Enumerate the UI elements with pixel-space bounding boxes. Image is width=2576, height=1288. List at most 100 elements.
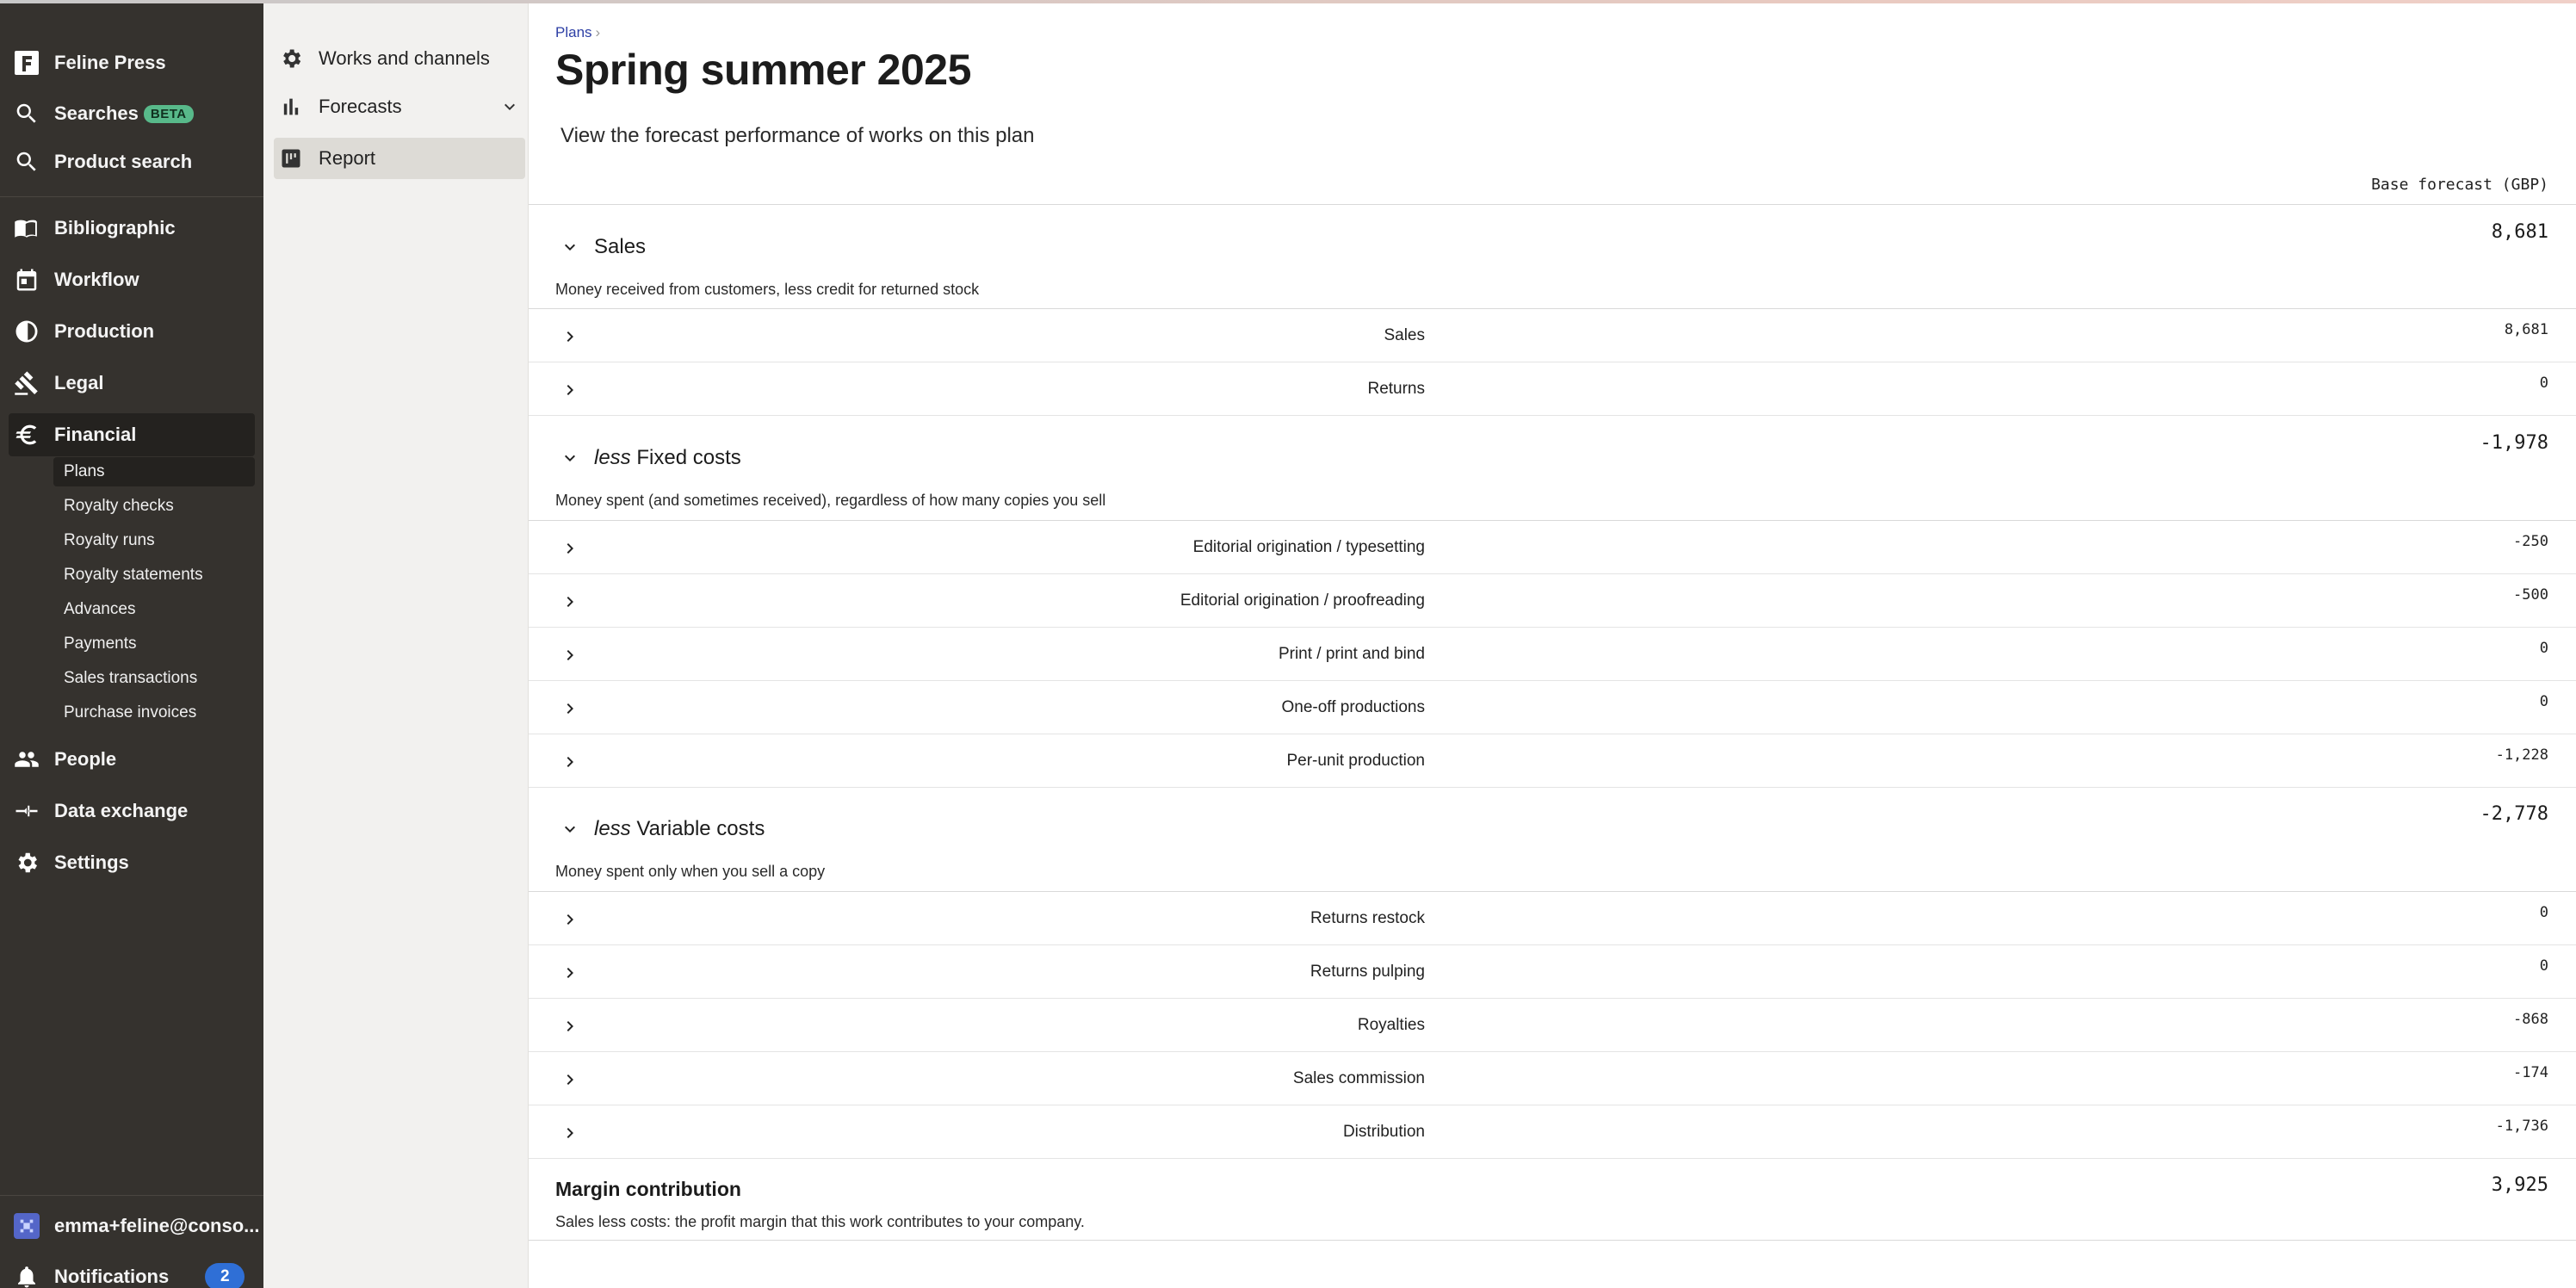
chevron-right-icon[interactable] [560,752,580,772]
contrast-icon [9,310,45,353]
row-value: 0 [2539,904,2548,921]
row-label: Per-unit production [1286,752,1425,770]
section-header-variable-costs[interactable]: less Variable costs [560,812,765,846]
subnav-forecasts[interactable]: Forecasts [274,86,525,127]
chevron-right-icon[interactable] [560,591,580,612]
euro-icon [9,413,45,456]
chevron-down-icon[interactable] [560,237,580,257]
table-row[interactable]: Print / print and bind 0 [529,628,2576,681]
calendar-icon [9,258,45,301]
sidebar-item-people[interactable]: People [9,738,255,781]
brand-item[interactable]: Feline Press [9,41,255,84]
chevron-right-icon[interactable] [560,1016,580,1037]
section-title-text: Fixed costs [636,446,741,469]
table-row[interactable]: Royalties -868 [529,999,2576,1052]
row-value: 0 [2539,957,2548,975]
footer-divider [529,1240,2576,1241]
chevron-right-icon[interactable] [560,1069,580,1090]
sidebar-item-financial[interactable]: Financial [9,413,255,456]
sidebar-item-workflow[interactable]: Workflow [9,258,255,301]
chevron-right-icon[interactable] [560,909,580,930]
chevron-right-icon[interactable] [560,538,580,559]
section-header-sales[interactable]: Sales [560,230,646,264]
page-title: Spring summer 2025 [555,46,971,94]
sidebar-item-label: People [54,748,117,770]
chevron-down-icon[interactable] [499,96,520,117]
row-value: -868 [2513,1011,2548,1028]
bell-icon [9,1255,45,1288]
chevron-right-icon[interactable] [560,645,580,666]
sidebar-sub-plans[interactable]: Plans [53,457,255,486]
chevron-right-icon[interactable] [560,1123,580,1143]
subnav-label: Works and channels [319,47,490,69]
exchange-arrows-icon [9,790,45,833]
subnav-works-and-channels[interactable]: Works and channels [274,38,525,79]
sidebar-item-label: Product search [54,151,193,172]
sidebar-divider [0,196,263,197]
row-divider [529,1158,2576,1159]
sidebar-item-bibliographic[interactable]: Bibliographic [9,207,255,250]
beta-badge: BETA [143,104,194,123]
header-divider [529,204,2576,205]
sidebar-item-legal[interactable]: Legal [9,362,255,405]
sidebar-sub-royalty-statements[interactable]: Royalty statements [53,560,255,590]
bar-chart-icon [274,95,308,119]
report-main: Plans › Spring summer 2025 View the forec… [529,3,2576,1288]
section-title-prefix: less [594,446,631,469]
sidebar-sub-sales-transactions[interactable]: Sales transactions [53,664,255,693]
sidebar-item-product-search[interactable]: Product search [9,140,255,183]
section-description: Money spent (and sometimes received), re… [555,492,1106,509]
row-label: Returns pulping [1310,963,1425,981]
gear-icon [9,841,45,884]
chevron-down-icon[interactable] [560,448,580,468]
sidebar-item-settings[interactable]: Settings [9,841,255,884]
table-row[interactable]: Distribution -1,736 [529,1105,2576,1159]
table-row[interactable]: Editorial origination / typesetting -250 [529,521,2576,574]
table-row[interactable]: Per-unit production -1,228 [529,734,2576,788]
chevron-right-icon[interactable] [560,698,580,719]
chevron-right-icon[interactable] [560,380,580,400]
row-label: One-off productions [1281,698,1425,716]
column-header: Base forecast (GBP) [2371,176,2548,194]
table-row[interactable]: Editorial origination / proofreading -50… [529,574,2576,628]
sidebar-sub-advances[interactable]: Advances [53,595,255,624]
plan-subnav: Works and channels Forecasts Report [263,3,529,1288]
row-divider [529,415,2576,416]
chevron-right-icon[interactable] [560,963,580,983]
table-row[interactable]: Returns restock 0 [529,892,2576,945]
section-title-text: Variable costs [636,817,765,840]
table-row[interactable]: Sales 8,681 [529,309,2576,362]
avatar [9,1204,45,1248]
row-value: -1,736 [2495,1118,2548,1135]
table-row[interactable]: Returns 0 [529,362,2576,416]
row-divider [529,787,2576,788]
chevron-right-icon[interactable] [560,326,580,347]
sidebar-item-data-exchange[interactable]: Data exchange [9,790,255,833]
sidebar-item-label: Notifications [54,1266,170,1287]
margin-contribution-description: Sales less costs: the profit margin that… [555,1213,1085,1230]
sidebar-divider [0,1195,263,1196]
table-row[interactable]: One-off productions 0 [529,681,2576,734]
row-label: Returns [1367,380,1425,398]
section-total: -2,778 [2480,803,2548,825]
sidebar-sub-purchase-invoices[interactable]: Purchase invoices [53,698,255,728]
row-value: 0 [2539,693,2548,710]
row-value: -1,228 [2495,746,2548,764]
sidebar-sub-payments[interactable]: Payments [53,629,255,659]
sidebar-sub-royalty-runs[interactable]: Royalty runs [53,526,255,555]
row-label: Sales commission [1292,1069,1425,1087]
section-title-prefix: less [594,817,631,840]
sidebar-item-production[interactable]: Production [9,310,255,353]
sidebar-sub-royalty-checks[interactable]: Royalty checks [53,492,255,521]
section-header-fixed-costs[interactable]: less Fixed costs [560,441,741,475]
sidebar-item-searches[interactable]: Searches BETA [9,92,255,135]
subnav-report[interactable]: Report [274,138,525,179]
sidebar-item-user[interactable]: emma+feline@conso... [9,1204,259,1248]
chevron-down-icon[interactable] [560,819,580,839]
breadcrumb-plans-link[interactable]: Plans [555,24,592,40]
sidebar-item-notifications[interactable]: Notifications 2 [9,1255,255,1288]
sidebar-item-label: Data exchange [54,800,189,821]
table-row[interactable]: Sales commission -174 [529,1052,2576,1105]
breadcrumb-separator: › [595,24,601,40]
table-row[interactable]: Returns pulping 0 [529,945,2576,999]
